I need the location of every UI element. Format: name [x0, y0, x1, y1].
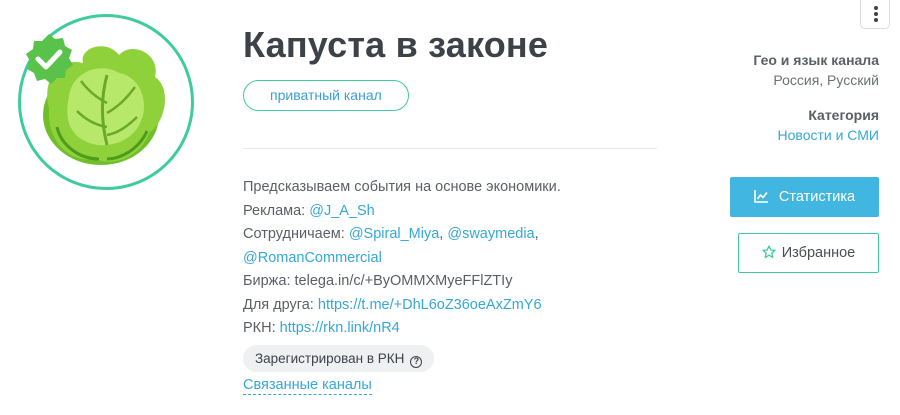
statistics-button[interactable]: Статистика	[730, 177, 879, 217]
kebab-menu-icon	[874, 6, 878, 10]
verified-check-icon	[26, 34, 73, 84]
friend-label: Для друга:	[243, 296, 318, 313]
favorite-button[interactable]: Избранное	[738, 233, 879, 273]
channel-meta: Гео и язык канала Россия, Русский Катего…	[709, 52, 879, 143]
more-menu-button[interactable]	[860, 0, 890, 29]
geo-value: Россия, Русский	[773, 72, 879, 88]
divider	[243, 148, 657, 149]
description-line: Предсказываем события на основе экономик…	[243, 179, 561, 195]
friend-line: Для друга: https://t.me/+DhL6oZ36oeAxZmY…	[243, 294, 663, 318]
rkn-link[interactable]: https://rkn.link/nR4	[280, 320, 400, 336]
collab-label: Сотрудничаем:	[243, 226, 349, 242]
category-link[interactable]: Новости и СМИ	[709, 127, 879, 143]
collab-link-roman[interactable]: @RomanCommercial	[243, 250, 382, 266]
kebab-dot	[874, 12, 878, 16]
channel-title: Капуста в законе	[243, 24, 549, 65]
collab-link-swaymedia[interactable]: @swaymedia	[447, 226, 534, 242]
statistics-label: Статистика	[778, 189, 856, 205]
ads-link[interactable]: @J_A_Sh	[309, 203, 375, 219]
channel-avatar	[18, 14, 194, 190]
exchange-line: Биржа: telega.in/c/+ByOMMXMyeFFlZTIy	[243, 273, 513, 289]
rkn-registered-badge[interactable]: Зарегистрирован в РКН?	[243, 345, 435, 372]
geo-label: Гео и язык канала	[753, 52, 879, 68]
star-icon	[762, 245, 776, 259]
channel-description: Предсказываем события на основе экономик…	[243, 176, 663, 341]
collab-link-spiral[interactable]: @Spiral_Miya	[349, 226, 439, 242]
rkn-line: РКН: https://rkn.link/nR4	[243, 317, 663, 341]
rkn-label: РКН:	[243, 320, 280, 336]
favorite-label: Избранное	[781, 245, 856, 261]
ads-label: Реклама:	[243, 202, 310, 219]
kebab-dot	[874, 18, 878, 22]
related-channels-link[interactable]: Связанные каналы	[243, 377, 372, 395]
collab-line: Сотрудничаем: @Spiral_Miya, @swaymedia,	[243, 223, 663, 247]
collab-line-2: @RomanCommercial	[243, 247, 663, 271]
channel-type-badge[interactable]: приватный канал	[243, 80, 409, 111]
friend-link[interactable]: https://t.me/+DhL6oZ36oeAxZmY6	[318, 297, 542, 313]
chart-line-icon	[754, 190, 768, 203]
separator: ,	[534, 226, 539, 242]
rkn-badge-label: Зарегистрирован в РКН	[255, 351, 405, 366]
ads-line: Реклама: @J_A_Sh	[243, 200, 663, 224]
category-label: Категория	[808, 107, 879, 123]
question-icon[interactable]: ?	[410, 356, 423, 368]
